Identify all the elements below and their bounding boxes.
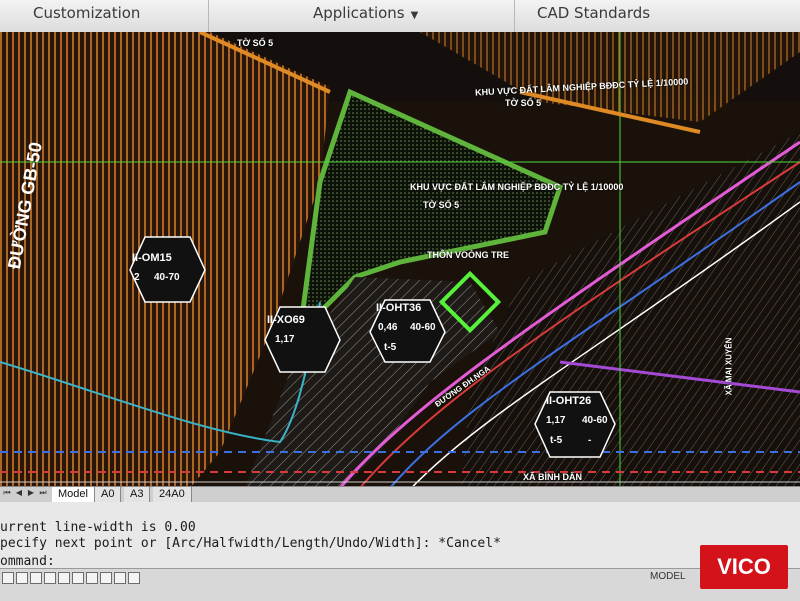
tab-applications[interactable]: Applications ▼ — [313, 4, 418, 22]
lwt-toggle-icon[interactable] — [114, 572, 126, 584]
map-label-sheet-top-right: TỜ SỐ 5 — [505, 98, 542, 108]
dyn-toggle-icon[interactable] — [100, 572, 112, 584]
last-tab-icon[interactable]: ⏭ — [38, 488, 48, 500]
tab-model[interactable]: Model — [52, 487, 95, 502]
otrack-toggle-icon[interactable] — [72, 572, 84, 584]
map-drawing — [0, 32, 800, 500]
zone-code: II-OM15 — [132, 252, 172, 264]
zone-block-oht36: II-OHT36 0,46 40-60 t-5 — [370, 302, 450, 362]
command-history-line: pecify next point or [Arc/Halfwidth/Leng… — [0, 536, 501, 551]
zone-cell: - — [588, 435, 592, 446]
osnap-toggle-icon[interactable] — [58, 572, 70, 584]
snap-toggle-icon[interactable] — [2, 572, 14, 584]
first-tab-icon[interactable]: ⏮ — [2, 488, 12, 500]
tab-applications-label: Applications — [313, 4, 405, 22]
status-bar: MODEL — [0, 568, 800, 601]
zone-cell: 40-60 — [410, 322, 436, 333]
zone-code: II-OHT36 — [376, 302, 422, 314]
command-history-line: urrent line-width is 0.00 — [0, 520, 196, 535]
zone-cell: t-5 — [550, 435, 563, 446]
map-label-commune-right: XÃ MAI XUYÊN — [724, 337, 734, 396]
zone-block-xo69: II-XO69 1,17 — [265, 314, 340, 374]
ortho-toggle-icon[interactable] — [30, 572, 42, 584]
ducs-toggle-icon[interactable] — [86, 572, 98, 584]
command-line[interactable]: urrent line-width is 0.00 pecify next po… — [0, 502, 800, 569]
zone-cell: t-5 — [384, 342, 397, 353]
map-label-sheet-center: TỜ SỐ 5 — [423, 200, 460, 210]
map-label-village: THÔN VOÒNG TRE — [427, 250, 510, 260]
model-space-label[interactable]: MODEL — [650, 571, 686, 582]
zone-cell: 1,17 — [275, 334, 295, 345]
zone-block-om15: II-OM15 2 40-70 — [130, 252, 205, 312]
map-label-forest-center: KHU VỰC ĐẤT LÂM NGHIỆP BĐĐC TỶ LỆ 1/1000… — [410, 182, 624, 192]
layout-tab-bar: ⏮ ◀ ▶ ⏭ Model A0 A3 24A0 — [0, 486, 800, 503]
ribbon-separator — [208, 0, 209, 32]
drawing-canvas[interactable]: TỜ SỐ 5 KHU VỰC ĐẤT LÂM NGHIỆP BĐĐC TỶ L… — [0, 32, 800, 500]
ribbon-separator — [514, 0, 515, 32]
zone-cell: 2 — [134, 272, 140, 283]
zone-code: II-OHT26 — [546, 395, 592, 407]
zone-code: II-XO69 — [267, 314, 305, 326]
next-tab-icon[interactable]: ▶ — [26, 488, 36, 500]
qp-toggle-icon[interactable] — [128, 572, 140, 584]
tab-a3[interactable]: A3 — [124, 487, 151, 502]
zone-cell: 40-60 — [582, 415, 608, 426]
tab-cad-standards[interactable]: CAD Standards — [537, 4, 650, 22]
command-prompt[interactable]: ommand: — [0, 554, 55, 569]
zone-block-oht26: II-OHT26 1,17 40-60 t-5 - — [538, 395, 618, 455]
zone-cell: 40-70 — [154, 272, 180, 283]
map-label-commune: XÃ BÌNH DÂN — [523, 472, 583, 482]
map-label-sheet-top: TỜ SỐ 5 — [237, 38, 274, 48]
polar-toggle-icon[interactable] — [44, 572, 56, 584]
chevron-down-icon[interactable]: ▼ — [411, 10, 419, 21]
grid-toggle-icon[interactable] — [16, 572, 28, 584]
zone-cell: 1,17 — [546, 415, 566, 426]
zone-cell: 0,46 — [378, 322, 398, 333]
vico-logo: VICO — [700, 545, 788, 589]
tab-customization[interactable]: Customization — [33, 4, 140, 22]
prev-tab-icon[interactable]: ◀ — [14, 488, 24, 500]
ribbon-tab-bar: Customization Applications ▼ CAD Standard… — [0, 0, 800, 33]
tab-24a0[interactable]: 24A0 — [153, 487, 192, 502]
tab-a0[interactable]: A0 — [95, 487, 122, 502]
